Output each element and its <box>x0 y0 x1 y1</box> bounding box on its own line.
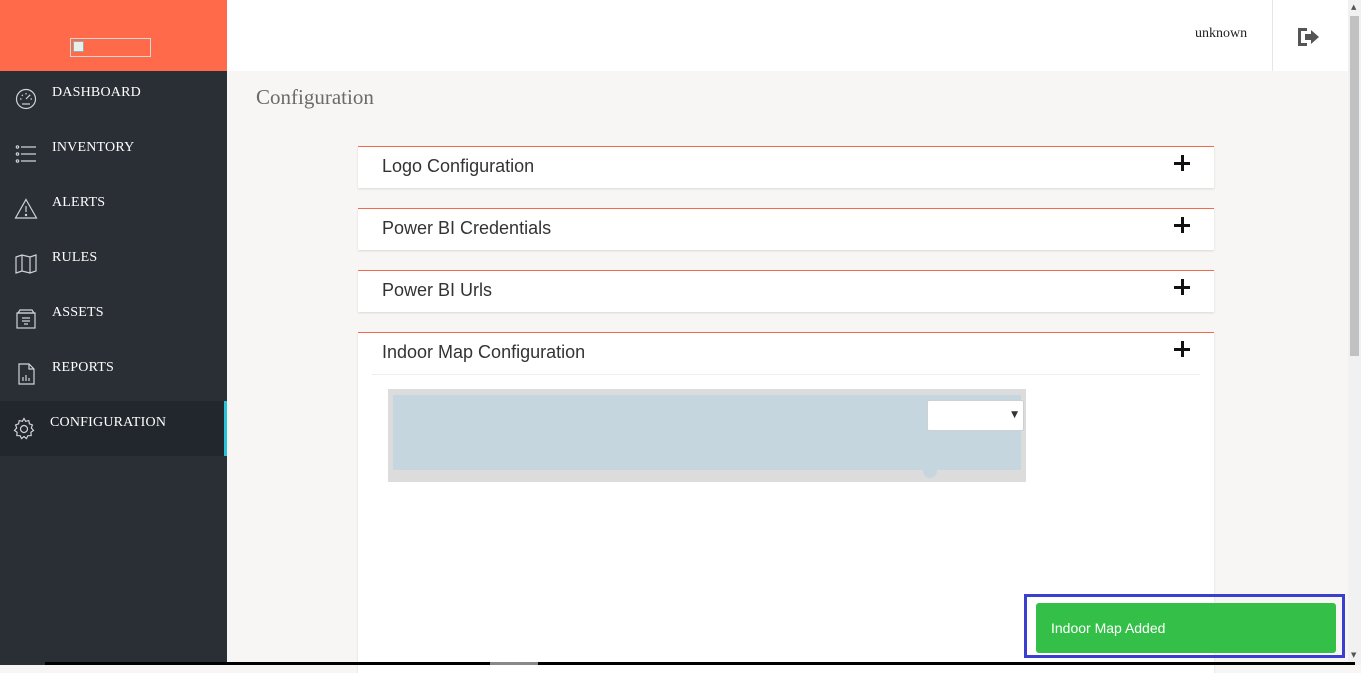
sidebar-item-label: ASSETS <box>52 305 104 320</box>
sidebar-item-label: INVENTORY <box>52 140 135 155</box>
expand-plus-icon[interactable] <box>1174 279 1190 295</box>
sign-out-icon[interactable] <box>1296 26 1320 48</box>
warning-icon <box>14 198 38 219</box>
scrollbar-thumb[interactable] <box>1350 16 1359 356</box>
sidebar-item-label: ALERTS <box>52 195 106 210</box>
logo-image[interactable] <box>70 38 151 57</box>
sidebar-item-alerts[interactable]: ALERTS <box>0 181 227 236</box>
sidebar-item-inventory[interactable]: INVENTORY <box>0 126 227 181</box>
sidebar-item-configuration[interactable]: CONFIGURATION <box>0 401 227 456</box>
expand-plus-icon[interactable] <box>1174 155 1190 171</box>
broken-image-icon <box>73 41 84 52</box>
caret-down-icon: ▼ <box>1011 410 1018 420</box>
speedometer-icon <box>15 88 37 110</box>
panel-title[interactable]: Indoor Map Configuration <box>382 342 585 363</box>
indoor-map[interactable]: ▼ <box>388 389 1026 482</box>
brand-header <box>0 0 227 71</box>
header-divider <box>1272 0 1273 71</box>
panel-divider <box>372 374 1200 375</box>
panel-logo-configuration: Logo Configuration <box>358 146 1214 188</box>
sidebar-item-label: REPORTS <box>52 360 115 375</box>
archive-icon <box>16 309 36 329</box>
panel-power-bi-urls: Power BI Urls <box>358 270 1214 312</box>
panel-title[interactable]: Power BI Credentials <box>382 218 551 239</box>
sidebar-item-reports[interactable]: REPORTS <box>0 346 227 401</box>
panel-title[interactable]: Logo Configuration <box>382 156 534 177</box>
panel-power-bi-credentials: Power BI Credentials <box>358 208 1214 250</box>
username-label[interactable]: unknown <box>1195 26 1247 42</box>
list-icon <box>15 145 36 163</box>
sidebar-item-label: DASHBOARD <box>52 85 141 100</box>
sidebar: DASHBOARD INVENTORY ALERTS RULES ASSETS … <box>0 0 227 665</box>
scroll-up-icon[interactable]: ▲ <box>1351 3 1356 11</box>
sidebar-item-dashboard[interactable]: DASHBOARD <box>0 71 227 126</box>
report-icon <box>18 363 35 385</box>
toast-notification[interactable]: Indoor Map Added <box>1036 603 1336 653</box>
expand-plus-icon[interactable] <box>1174 341 1190 357</box>
floor-select[interactable]: ▼ <box>927 400 1024 431</box>
sidebar-item-label: RULES <box>52 250 98 265</box>
map-icon <box>15 254 37 274</box>
map-marker <box>923 470 937 478</box>
toast-message: Indoor Map Added <box>1051 620 1166 636</box>
sidebar-item-assets[interactable]: ASSETS <box>0 291 227 346</box>
scroll-down-icon[interactable]: ▼ <box>1351 651 1356 659</box>
page-title: Configuration <box>256 85 374 109</box>
sidebar-item-label: CONFIGURATION <box>50 415 167 430</box>
sidebar-item-rules[interactable]: RULES <box>0 236 227 291</box>
sidebar-nav: DASHBOARD INVENTORY ALERTS RULES ASSETS … <box>0 71 227 456</box>
top-header: unknown <box>227 0 1348 71</box>
page-scrollbar[interactable]: ▲ ▼ <box>1348 0 1361 665</box>
panel-title[interactable]: Power BI Urls <box>382 280 492 301</box>
gear-icon <box>13 417 35 440</box>
expand-plus-icon[interactable] <box>1174 217 1190 233</box>
